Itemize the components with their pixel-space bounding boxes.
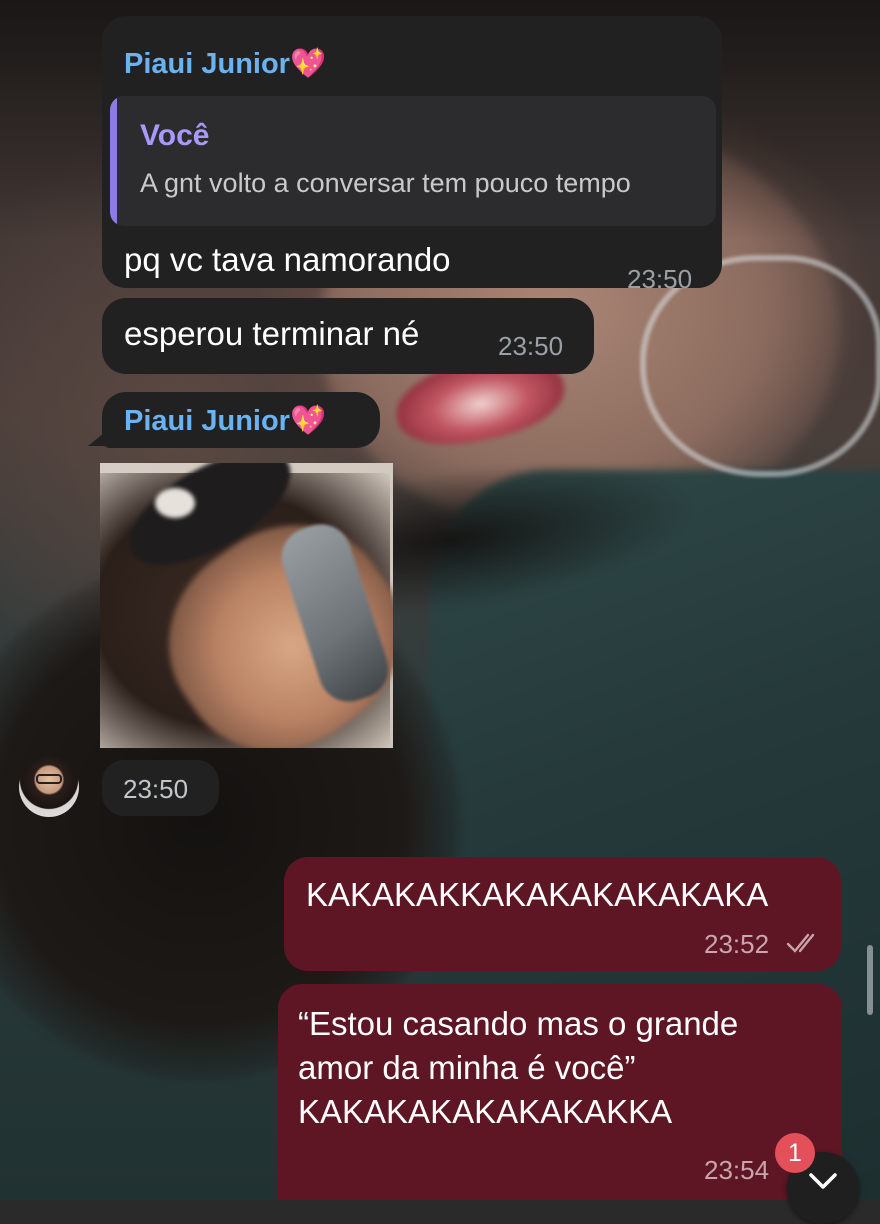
glasses-shape (36, 774, 62, 784)
message-text: esperou terminar né (124, 315, 420, 352)
message-sender-header[interactable]: Piaui Junior💖 (102, 392, 380, 448)
message-text: KAKAKAKKAKAKAKAKAKAKA (306, 876, 769, 913)
message-time: 23:50 (123, 774, 189, 804)
message-time: 23:50 (498, 331, 564, 361)
sender-name[interactable]: Piaui Junior💖 (124, 403, 326, 439)
message-time: 23:50 (627, 264, 693, 294)
message-bubble-incoming[interactable]: esperou terminar né 23:50 (102, 298, 594, 374)
message-text: “Estou casando mas o grande amor da minh… (298, 1005, 739, 1130)
photo-time-pill: 23:50 (102, 760, 219, 816)
message-time: 23:52 (704, 929, 770, 959)
message-bubble-incoming[interactable]: Piaui Junior💖 Você A gnt volto a convers… (102, 16, 722, 294)
message-bubble-outgoing[interactable]: “Estou casando mas o grande amor da minh… (278, 984, 842, 1200)
message-text: pq vc tava namorando (124, 241, 451, 278)
reply-accent-bar (110, 96, 117, 226)
sender-avatar[interactable] (19, 757, 79, 817)
message-bubble-outgoing[interactable]: KAKAKAKKAKAKAKAKAKAKA 23:52 (284, 857, 841, 971)
reply-quote[interactable]: Você A gnt volto a conversar tem pouco t… (110, 96, 716, 226)
scrollbar[interactable] (867, 945, 873, 1015)
chevron-down-icon (809, 1173, 837, 1189)
double-check-icon (786, 933, 815, 953)
sender-name[interactable]: Piaui Junior💖 (124, 46, 326, 82)
unread-count-badge: 1 (775, 1133, 815, 1173)
reply-text: A gnt volto a conversar tem pouco tempo (140, 168, 631, 198)
message-photo[interactable] (100, 463, 393, 748)
reply-author: Você (140, 119, 210, 152)
message-time: 23:54 (704, 1155, 770, 1185)
